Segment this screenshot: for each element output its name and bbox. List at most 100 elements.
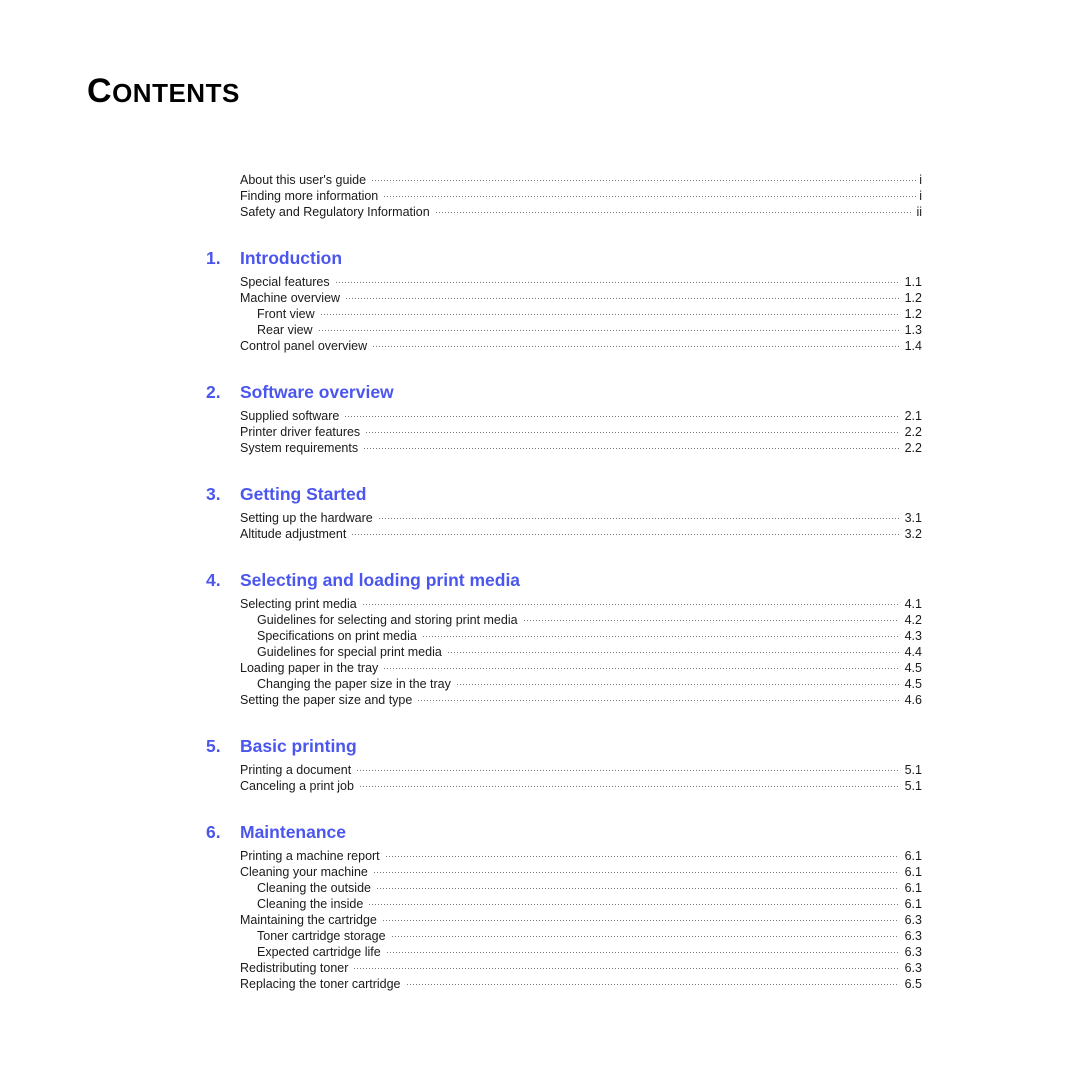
toc-entry[interactable]: Loading paper in the tray 4.5 [240,660,922,676]
toc-entry[interactable]: About this user's guide i [240,172,922,188]
toc-entry[interactable]: Guidelines for special print media 4.4 [240,644,922,660]
toc-entry[interactable]: Guidelines for selecting and storing pri… [240,612,922,628]
toc-entry[interactable]: Specifications on print media 4.3 [240,628,922,644]
toc-entry-page-number: 6.3 [904,945,922,959]
toc-entry[interactable]: Cleaning the inside 6.1 [240,896,922,912]
toc-entry-page-number: 3.2 [904,527,922,541]
leader-dots [446,644,899,656]
toc-entry-label: Printer driver features [240,425,361,439]
page-title-initial: C [87,72,113,110]
toc-entry-label: Front view [257,307,315,321]
toc-entry-page-number: 5.1 [904,779,922,793]
page-title-rest: ONTENTS [112,78,240,108]
leader-dots [372,338,899,350]
toc-entry[interactable]: Expected cartridge life 6.3 [240,944,922,960]
chapter-title: Getting Started [240,484,367,504]
toc-entry[interactable]: Printer driver features 2.2 [240,424,922,440]
toc-entry-label: Toner cartridge storage [257,929,386,943]
toc-entry[interactable]: Supplied software 2.1 [240,408,922,424]
toc-entry-label: Printing a machine report [240,849,380,863]
leader-dots [385,944,899,956]
leader-dots [365,424,899,436]
toc-entry[interactable]: Cleaning the outside 6.1 [240,880,922,896]
preamble-entries: About this user's guide i Finding more inf… [240,172,922,220]
chapter-title: Selecting and loading print media [240,570,521,590]
chapter-heading[interactable]: 4. Selecting and loading print media [206,567,922,593]
toc-entry[interactable]: Setting up the hardware 3.1 [240,510,922,526]
toc-entry-label: Maintaining the cartridge [240,913,377,927]
toc-entry-page-number: 4.5 [904,661,922,675]
toc-entry[interactable]: Safety and Regulatory Information ii [240,204,922,220]
toc-entry[interactable]: Changing the paper size in the tray 4.5 [240,676,922,692]
toc-entry-page-number: 4.1 [904,597,922,611]
toc-entry[interactable]: Front view 1.2 [240,306,922,322]
toc-entry[interactable]: System requirements 2.2 [240,440,922,456]
leader-dots [353,960,899,972]
leader-dots [345,290,899,302]
toc-entry[interactable]: Finding more information i [240,188,922,204]
toc-entry[interactable]: Toner cartridge storage 6.3 [240,928,922,944]
toc-entry-label: Setting the paper size and type [240,693,413,707]
leader-dots [356,762,899,774]
toc-entry-label: Safety and Regulatory Information [240,205,430,219]
leader-dots [334,274,899,286]
toc-entry[interactable]: Machine overview 1.2 [240,290,922,306]
toc-entry[interactable]: Canceling a print job 5.1 [240,778,922,794]
toc-entry[interactable]: Maintaining the cartridge 6.3 [240,912,922,928]
document-page: CONTENTS About this user's guide i Finding… [0,0,1080,1080]
chapter-heading[interactable]: 5. Basic printing [206,733,922,759]
chapter-heading[interactable]: 6. Maintenance [206,819,922,845]
toc-entry-label: Replacing the toner cartridge [240,977,401,991]
chapter-heading[interactable]: 3. Getting Started [206,481,922,507]
toc-entry-page-number: 6.3 [904,961,922,975]
leader-dots [421,628,899,640]
toc-entry[interactable]: Replacing the toner cartridge 6.5 [240,976,922,992]
toc-entry[interactable]: Altitude adjustment 3.2 [240,526,922,542]
toc-entry[interactable]: Selecting print media 4.1 [240,596,922,612]
toc-entry-page-number: 6.3 [904,913,922,927]
chapter-heading[interactable]: 1. Introduction [206,245,922,271]
toc-entry[interactable]: Rear view 1.3 [240,322,922,338]
chapter-number: 5. [206,736,221,756]
toc-entry-label: Setting up the hardware [240,511,373,525]
chapter-entries: Printing a document 5.1 Canceling a print … [240,762,922,794]
chapter-number: 2. [206,382,221,402]
leader-dots [405,976,899,988]
chapter-entries: Selecting print media 4.1 Guidelines for s… [240,596,922,708]
toc-entry[interactable]: Control panel overview 1.4 [240,338,922,354]
chapter-number: 3. [206,484,221,504]
leader-dots [361,596,899,608]
toc-entry[interactable]: Printing a machine report 6.1 [240,848,922,864]
toc-entry-label: Supplied software [240,409,340,423]
toc-entry-label: Control panel overview [240,339,368,353]
toc-entry-page-number: 1.2 [904,307,922,321]
toc-entry[interactable]: Special features 1.1 [240,274,922,290]
toc-entry-page-number: 5.1 [904,763,922,777]
leader-dots [522,612,899,624]
toc-entry[interactable]: Printing a document 5.1 [240,762,922,778]
toc-entry-page-number: ii [916,205,922,219]
toc-entry-page-number: 3.1 [904,511,922,525]
toc-entry-label: Selecting print media [240,597,357,611]
chapter-number: 4. [206,570,221,590]
toc-entry-label: Cleaning your machine [240,865,368,879]
chapter-heading[interactable]: 2. Software overview [206,379,922,405]
toc-entry-label: About this user's guide [240,173,367,187]
toc-entry-label: Rear view [257,323,313,337]
toc-entry-page-number: 4.2 [904,613,922,627]
leader-dots [390,928,899,940]
leader-dots [351,526,899,538]
leader-dots [358,778,899,790]
chapter-number: 6. [206,822,221,842]
toc-entry-page-number: 6.1 [904,897,922,911]
toc-entry[interactable]: Setting the paper size and type 4.6 [240,692,922,708]
toc-entry-label: Expected cartridge life [257,945,381,959]
toc-entry-label: Altitude adjustment [240,527,347,541]
toc-entry[interactable]: Redistributing toner 6.3 [240,960,922,976]
toc-entry-label: Finding more information [240,189,379,203]
toc-entry-page-number: 6.3 [904,929,922,943]
leader-dots [434,204,914,216]
leader-dots [383,188,917,200]
toc-entry-page-number: 4.3 [904,629,922,643]
toc-entry[interactable]: Cleaning your machine 6.1 [240,864,922,880]
